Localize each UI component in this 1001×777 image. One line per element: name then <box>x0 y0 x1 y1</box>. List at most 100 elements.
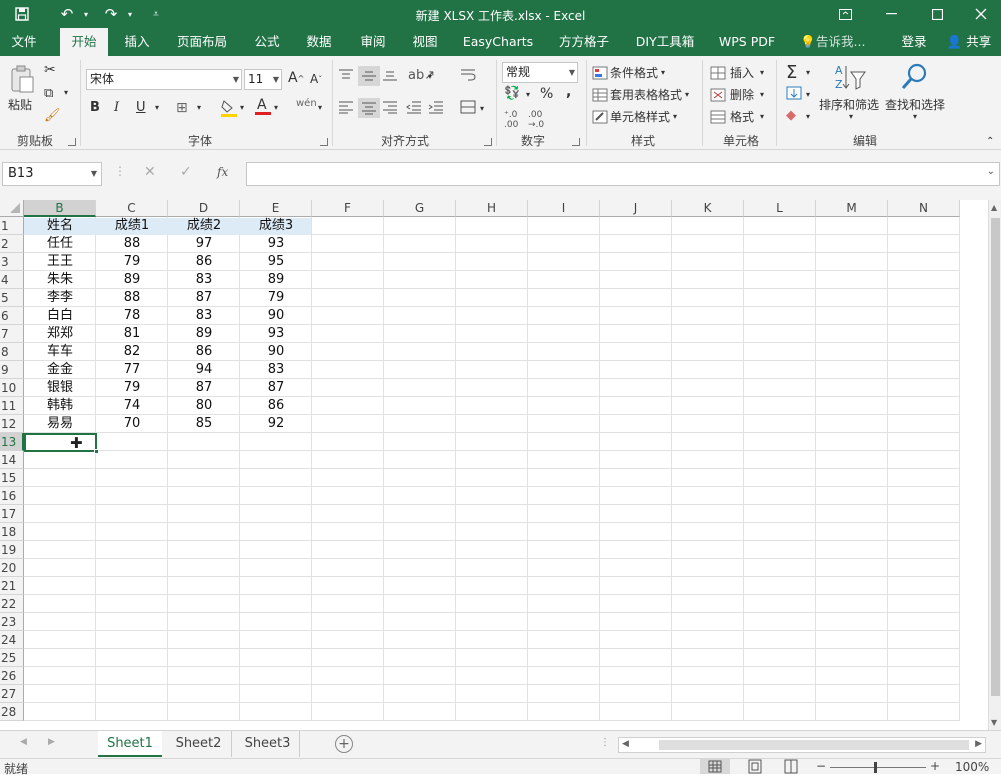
add-sheet-icon[interactable]: + <box>335 735 353 753</box>
row-header-13[interactable]: 13 <box>0 433 24 451</box>
phonetic-dropdown-icon[interactable]: ▾ <box>318 103 322 112</box>
format-painter-icon[interactable]: 🖌 <box>44 108 61 123</box>
row-header-15[interactable]: 15 <box>0 469 24 487</box>
find-select-dropdown-icon[interactable]: ▾ <box>913 112 917 121</box>
horizontal-scrollbar[interactable]: ◀ ▶ <box>618 737 986 753</box>
column-header-i[interactable]: I <box>528 200 600 217</box>
row-header-3[interactable]: 3 <box>0 253 24 271</box>
find-select-icon[interactable] <box>900 62 930 92</box>
tab-easycharts[interactable]: EasyCharts <box>458 28 538 56</box>
orientation-dropdown-icon[interactable]: ▾ <box>428 72 432 81</box>
column-header-c[interactable]: C <box>96 200 168 217</box>
name-cell[interactable]: 李李 <box>24 289 96 307</box>
score-cell[interactable]: 79 <box>240 289 312 307</box>
fill-dropdown-icon[interactable]: ▾ <box>806 90 810 99</box>
decrease-indent-icon[interactable] <box>406 100 422 114</box>
row-header-8[interactable]: 8 <box>0 343 24 361</box>
clear-dropdown-icon[interactable]: ▾ <box>806 112 810 121</box>
name-box[interactable]: B13 ▼ <box>2 162 102 186</box>
sheet-tab-sheet1[interactable]: Sheet1 <box>98 731 162 757</box>
score-cell[interactable]: 90 <box>240 307 312 325</box>
increase-decimal-icon[interactable]: ⁺.0.00 <box>504 110 518 130</box>
score-cell[interactable]: 92 <box>240 415 312 433</box>
score-cell[interactable]: 88 <box>96 235 168 253</box>
copy-icon[interactable]: ⧉ <box>44 86 53 101</box>
row-header-20[interactable]: 20 <box>0 559 24 577</box>
row-header-27[interactable]: 27 <box>0 685 24 703</box>
score-cell[interactable]: 89 <box>240 271 312 289</box>
row-header-28[interactable]: 28 <box>0 703 24 721</box>
row-header-10[interactable]: 10 <box>0 379 24 397</box>
sheet-tab-sheet3[interactable]: Sheet3 <box>236 731 300 757</box>
insert-function-button[interactable]: fx <box>217 165 228 179</box>
column-header-h[interactable]: H <box>456 200 528 217</box>
score-cell[interactable]: 85 <box>168 415 240 433</box>
tab-file[interactable]: 文件 <box>0 28 48 56</box>
tab-view[interactable]: 视图 <box>402 28 448 56</box>
score-cell[interactable]: 90 <box>240 343 312 361</box>
merge-center-icon[interactable] <box>460 100 476 114</box>
score-cell[interactable]: 86 <box>168 253 240 271</box>
scroll-up-icon[interactable]: ▲ <box>991 203 997 212</box>
format-as-table-button[interactable]: 套用表格格式 ▾ <box>592 86 689 103</box>
row-header-17[interactable]: 17 <box>0 505 24 523</box>
collapse-ribbon-icon[interactable]: ⌃ <box>986 136 994 147</box>
score-cell[interactable]: 83 <box>168 271 240 289</box>
score-cell[interactable]: 97 <box>168 235 240 253</box>
font-launcher-icon[interactable] <box>320 138 328 146</box>
header-cell[interactable]: 成绩2 <box>168 217 240 235</box>
score-cell[interactable]: 93 <box>240 325 312 343</box>
font-size-select[interactable]: 11 ▼ <box>244 69 282 90</box>
conditional-format-button[interactable]: 条件格式 ▾ <box>592 64 665 81</box>
hscroll-thumb[interactable] <box>659 740 969 750</box>
name-cell[interactable]: 韩韩 <box>24 397 96 415</box>
score-cell[interactable]: 77 <box>96 361 168 379</box>
minimize-icon[interactable] <box>868 0 914 28</box>
currency-dropdown-icon[interactable]: ▾ <box>526 90 530 99</box>
fill-dropdown-icon[interactable]: ▾ <box>240 103 244 112</box>
tab-fangfang[interactable]: 方方格子 <box>552 28 616 56</box>
tab-review[interactable]: 审阅 <box>350 28 396 56</box>
align-middle-icon[interactable] <box>358 66 380 86</box>
font-name-select[interactable]: 宋体 ▼ <box>86 69 242 90</box>
phonetic-icon[interactable]: wén <box>296 98 317 109</box>
bold-button[interactable]: B <box>90 100 100 115</box>
next-sheet-icon[interactable]: ▶ <box>48 737 55 747</box>
sheet-tab-sheet2[interactable]: Sheet2 <box>166 731 232 757</box>
spreadsheet-grid[interactable]: BCDEFGHIJKLMN 1 2 3 4 5 6 7 8 9 10 11 12 13 14 15 16 17 1… <box>0 200 988 730</box>
percent-button[interactable]: % <box>540 86 553 102</box>
row-header-7[interactable]: 7 <box>0 325 24 343</box>
row-header-2[interactable]: 2 <box>0 235 24 253</box>
fill-handle[interactable] <box>94 449 99 454</box>
row-header-9[interactable]: 9 <box>0 361 24 379</box>
tab-diy-toolbox[interactable]: DIY工具箱 <box>630 28 700 56</box>
tab-data[interactable]: 数据 <box>296 28 342 56</box>
tab-formulas[interactable]: 公式 <box>244 28 290 56</box>
prev-sheet-icon[interactable]: ◀ <box>20 737 27 747</box>
cut-icon[interactable]: ✂ <box>44 62 56 78</box>
score-cell[interactable]: 82 <box>96 343 168 361</box>
header-cell[interactable]: 成绩3 <box>240 217 312 235</box>
tell-me-search[interactable]: 告诉我... <box>816 28 876 56</box>
align-right-icon[interactable] <box>382 100 398 114</box>
zoom-in-icon[interactable]: + <box>930 759 940 773</box>
column-header-m[interactable]: M <box>816 200 888 217</box>
cancel-icon[interactable]: ✕ <box>144 164 156 180</box>
sort-filter-dropdown-icon[interactable]: ▾ <box>849 112 853 121</box>
increase-indent-icon[interactable] <box>428 100 444 114</box>
score-cell[interactable]: 94 <box>168 361 240 379</box>
score-cell[interactable]: 83 <box>168 307 240 325</box>
split-handle-icon[interactable]: ⋮ <box>600 737 610 748</box>
score-cell[interactable]: 88 <box>96 289 168 307</box>
delete-cells-button[interactable]: 删除 ▾ <box>710 86 764 103</box>
fill-down-icon[interactable] <box>786 86 802 100</box>
find-select-label[interactable]: 查找和选择 <box>885 96 945 113</box>
name-cell[interactable]: 金金 <box>24 361 96 379</box>
align-bottom-icon[interactable] <box>382 68 398 82</box>
page-layout-view-icon[interactable] <box>744 759 768 777</box>
row-header-18[interactable]: 18 <box>0 523 24 541</box>
sort-filter-icon[interactable]: AZ <box>834 62 866 92</box>
score-cell[interactable]: 87 <box>240 379 312 397</box>
row-header-1[interactable]: 1 <box>0 217 24 235</box>
column-header-d[interactable]: D <box>168 200 240 217</box>
